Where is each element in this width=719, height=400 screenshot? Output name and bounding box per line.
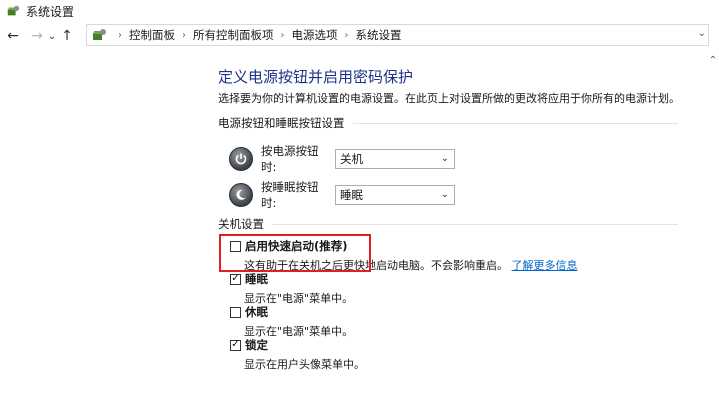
lock-option: ✓ 锁定 显示在用户头像菜单中。 [230,337,365,372]
breadcrumb-separator: › [182,29,186,41]
sleep-button-row: 按睡眠按钮时: 睡眠 ⌄ [229,179,455,211]
breadcrumb-separator: › [344,29,349,41]
sleep-option: ✓ 睡眠 显示在"电源"菜单中。 [230,271,353,306]
control-panel-icon [93,29,106,40]
power-button-action-value: 关机 [340,152,363,166]
address-bar[interactable]: › 控制面板 › 所有控制面板项 › 电源选项 › 系统设置 ⌄ [86,24,709,46]
lock-description: 显示在用户头像菜单中。 [244,358,365,371]
lock-label[interactable]: 锁定 [245,337,268,353]
page-title: 定义电源按钮并启用密码保护 [218,68,414,86]
refresh-chevron-icon[interactable]: ⌃ [707,48,719,72]
recent-locations-chevron-down-icon[interactable]: ⌄ [46,25,58,47]
navigation-bar: ← → ⌄ ↑ › 控制面板 › 所有控制面板项 › 电源选项 › 系统设置 ⌄… [0,24,719,66]
power-options-app-icon [7,5,20,16]
window-title: 系统设置 [26,4,75,19]
breadcrumb-control-panel[interactable]: 控制面板 [129,27,175,43]
up-arrow-icon[interactable]: ↑ [58,25,76,47]
power-section-header: 电源按钮和睡眠按钮设置 [218,115,678,131]
title-bar: 系统设置 [0,0,719,22]
section-divider [352,122,678,124]
power-button-row: 按电源按钮时: 关机 ⌄ [229,143,455,175]
breadcrumb-separator: › [280,29,285,41]
lock-checkbox[interactable]: ✓ [230,339,241,351]
breadcrumb-power-options[interactable]: 电源选项 [292,27,338,43]
sleep-checkbox[interactable]: ✓ [230,273,241,285]
hibernate-label[interactable]: 休眠 [245,304,268,320]
power-button-icon [229,147,253,171]
sleep-button-icon [229,183,253,207]
power-section-title: 电源按钮和睡眠按钮设置 [218,116,345,130]
hibernate-option: 休眠 显示在"电源"菜单中。 [230,304,353,339]
chevron-down-icon: ⌄ [440,153,449,164]
sleep-button-label: 按睡眠按钮时: [261,180,319,210]
highlight-annotation-box [219,234,371,272]
back-arrow-icon[interactable]: ← [4,25,22,47]
shutdown-section-title: 关机设置 [218,217,264,231]
learn-more-link[interactable]: 了解更多信息 [512,259,578,272]
chevron-down-icon: ⌄ [440,189,449,200]
breadcrumb-system-settings[interactable]: 系统设置 [356,27,402,43]
power-button-label: 按电源按钮时: [261,144,319,174]
sleep-button-action-value: 睡眠 [340,188,363,202]
sleep-button-action-select[interactable]: 睡眠 ⌄ [335,185,455,205]
sleep-label[interactable]: 睡眠 [245,271,268,287]
breadcrumb-separator: › [118,29,122,41]
section-divider [272,223,678,225]
forward-arrow-icon[interactable]: → [28,25,46,47]
power-button-action-select[interactable]: 关机 ⌄ [335,149,455,169]
address-dropdown-chevron-down-icon[interactable]: ⌄ [698,28,706,39]
page-description: 选择要为你的计算机设置的电源设置。在此页上对设置所做的更改将应用于你所有的电源计… [218,92,680,105]
shutdown-section-header: 关机设置 [218,216,678,232]
breadcrumb-all-items[interactable]: 所有控制面板项 [193,27,274,43]
hibernate-checkbox[interactable] [230,306,241,318]
